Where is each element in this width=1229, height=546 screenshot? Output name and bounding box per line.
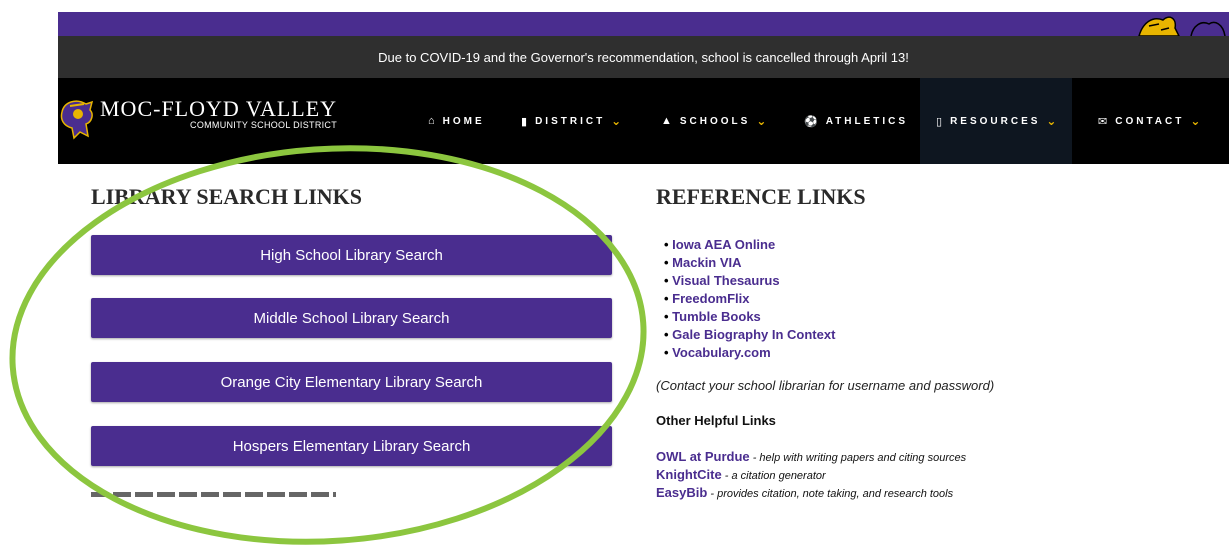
library-search-title: LIBRARY SEARCH LINKS [91,184,363,209]
chevron-down-icon: ⌄ [1190,114,1201,128]
covid-announcement: Due to COVID-19 and the Governor's recom… [58,36,1229,78]
owl-purdue-desc: - help with writing papers and citing so… [749,452,967,464]
easybib-desc: - provides citation, note taking, and re… [707,488,954,500]
chevron-down-icon: ⌄ [1046,114,1057,128]
nav-resources[interactable]: ▯ RESOURCES ⌄ [920,78,1073,164]
helpful-link-row: EasyBib - provides citation, note taking… [656,485,953,500]
ref-link-gale-biography[interactable]: Gale Biography In Context [664,326,835,344]
soccer-ball-icon: ⚽ [804,115,818,128]
ref-link-freedomflix[interactable]: FreedomFlix [664,290,835,308]
reference-links-title: REFERENCE LINKS [656,184,866,209]
reference-links-list: Iowa AEA Online Mackin VIA Visual Thesau… [664,236,835,362]
other-helpful-links-title: Other Helpful Links [656,413,776,428]
ref-link-mackin-via[interactable]: Mackin VIA [664,254,835,272]
high-school-library-search-button[interactable]: High School Library Search [91,235,612,275]
hospers-library-search-button[interactable]: Hospers Elementary Library Search [91,426,612,466]
middle-school-library-search-button[interactable]: Middle School Library Search [91,298,612,338]
book-icon: ▯ [936,115,943,128]
nav-home-label: HOME [442,115,485,127]
owl-purdue-link[interactable]: OWL at Purdue [656,449,750,464]
home-icon: ⌂ [428,115,435,127]
ref-link-iowa-aea[interactable]: Iowa AEA Online [664,236,835,254]
contact-librarian-note: (Contact your school librarian for usern… [656,378,995,393]
ref-link-vocabulary[interactable]: Vocabulary.com [664,344,835,362]
nav-resources-label: RESOURCES [950,115,1041,127]
nav-schools[interactable]: ▲ SCHOOLS ⌄ [661,78,766,164]
envelope-icon: ✉ [1098,115,1108,128]
knightcite-link[interactable]: KnightCite [656,467,722,482]
nav-contact[interactable]: ✉ CONTACT ⌄ [1098,78,1200,164]
nav-contact-label: CONTACT [1115,115,1185,127]
truncated-text-line [91,492,336,497]
nav-athletics-label: ATHLETICS [825,115,909,127]
district-logo[interactable]: MOC-FLOYD VALLEY COMMUNITY SCHOOL DISTRI… [58,96,337,140]
nav-district[interactable]: ▮ DISTRICT ⌄ [521,78,621,164]
chevron-down-icon: ⌄ [611,114,622,128]
dutchman-mascot-icon [60,100,94,140]
logo-title: MOC-FLOYD VALLEY [100,96,338,121]
building-icon: ▮ [521,115,528,128]
orange-city-library-search-button[interactable]: Orange City Elementary Library Search [91,362,612,402]
main-navbar: MOC-FLOYD VALLEY COMMUNITY SCHOOL DISTRI… [58,78,1229,164]
nav-athletics[interactable]: ⚽ ATHLETICS [804,78,908,164]
easybib-link[interactable]: EasyBib [656,485,707,500]
top-brand-bar [58,12,1229,36]
graduation-cap-icon: ▲ [661,115,672,127]
nav-home[interactable]: ⌂ HOME [428,78,485,164]
nav-district-label: DISTRICT [535,115,606,127]
ref-link-visual-thesaurus[interactable]: Visual Thesaurus [664,272,835,290]
knightcite-desc: - a citation generator [721,470,826,482]
helpful-link-row: OWL at Purdue - help with writing papers… [656,449,966,464]
helpful-link-row: KnightCite - a citation generator [656,467,826,482]
ref-link-tumble-books[interactable]: Tumble Books [664,308,835,326]
chevron-down-icon: ⌄ [756,114,767,128]
nav-schools-label: SCHOOLS [679,115,751,127]
mascot-art-icon [1138,16,1226,36]
